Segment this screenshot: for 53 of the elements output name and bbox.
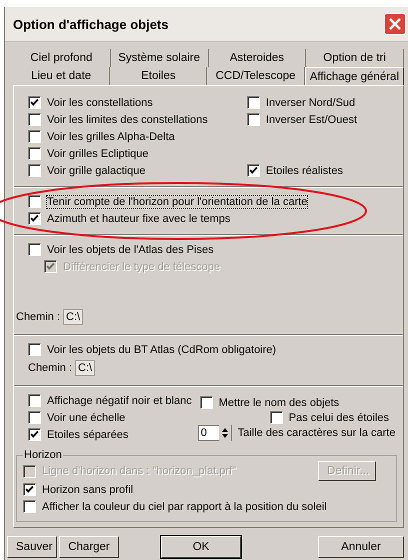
dialog-button[interactable]: Annuler [318, 536, 404, 558]
path-field[interactable]: C:\ [63, 309, 84, 325]
checkbox-label[interactable]: Voir grille galactique [47, 164, 146, 176]
checkbox[interactable] [28, 164, 41, 177]
tab[interactable]: Affichage général [304, 67, 404, 86]
checkbox-label[interactable]: Voir grilles Ecliptique [47, 148, 148, 160]
font-size-label: Taille des caractères sur la carte [238, 426, 396, 438]
checkbox[interactable] [28, 96, 41, 109]
checkbox-label[interactable]: Afficher la couleur du ciel par rapport à la position du soleil [42, 500, 327, 512]
checkbox[interactable] [246, 96, 260, 109]
checkbox[interactable] [28, 212, 41, 225]
checkbox-label[interactable]: Azimuth et hauteur fixe avec le temps [47, 212, 230, 224]
checkbox-label[interactable]: Voir les objets du BT Atlas (CdRom obligatoire) [47, 344, 276, 356]
close-button[interactable] [384, 13, 406, 35]
checkbox[interactable] [246, 164, 260, 177]
checkbox-label[interactable]: Inverser Est/Ouest [266, 114, 357, 126]
checkbox[interactable] [28, 130, 41, 143]
checkbox-label[interactable]: Voir les objets de l'Atlas des Pises [47, 244, 214, 256]
checkbox[interactable] [28, 343, 41, 356]
checkbox-label[interactable]: Tenir compte de l'horizon pour l'orientation de la carte [47, 196, 308, 208]
dialog-button[interactable]: Charger [59, 536, 119, 558]
checkbox-label[interactable]: Voir les constellations [47, 96, 153, 108]
dialog-button[interactable]: OK [161, 536, 241, 558]
dialog-button[interactable]: Sauver [7, 536, 57, 558]
checkbox-label[interactable]: Etoiles séparées [47, 428, 128, 440]
checkbox[interactable] [28, 243, 41, 256]
close-icon [388, 17, 402, 31]
checkbox[interactable] [200, 396, 213, 409]
checkbox-label[interactable]: Voir les limites des constellations [47, 114, 208, 126]
checkbox-label[interactable]: Affichage négatif noir et blanc [47, 394, 192, 406]
checkbox-label[interactable]: Inverser Nord/Sud [266, 96, 356, 108]
checkbox[interactable] [28, 113, 41, 126]
checkbox[interactable] [23, 500, 36, 513]
checkbox-label[interactable]: Pas celui des étoiles [288, 412, 390, 424]
checkbox-label[interactable]: Voir les grilles Alpha-Delta [47, 130, 175, 142]
checkbox-label[interactable]: Horizon sans profil [42, 484, 134, 496]
checkbox-label[interactable]: Voir une échelle [47, 412, 126, 424]
path-label: Chemin : [16, 311, 60, 323]
checkbox[interactable] [28, 195, 41, 208]
checkbox[interactable] [28, 428, 41, 441]
checkbox[interactable] [28, 147, 41, 160]
checkbox-label[interactable]: Etoiles réalistes [266, 164, 343, 176]
checkbox[interactable] [23, 483, 36, 496]
path-field[interactable]: C:\ [75, 360, 96, 376]
checkbox[interactable] [28, 411, 41, 424]
window-title: Option d'affichage objets [13, 16, 168, 32]
checkbox[interactable] [270, 411, 283, 424]
checkbox[interactable] [28, 394, 41, 407]
path-label: Chemin : [28, 362, 72, 374]
group-title: Horizon [23, 449, 63, 461]
spin-field[interactable]: 0 [198, 424, 232, 440]
checkbox[interactable] [246, 113, 260, 126]
checkbox-label[interactable]: Mettre le nom des objets [218, 396, 340, 408]
